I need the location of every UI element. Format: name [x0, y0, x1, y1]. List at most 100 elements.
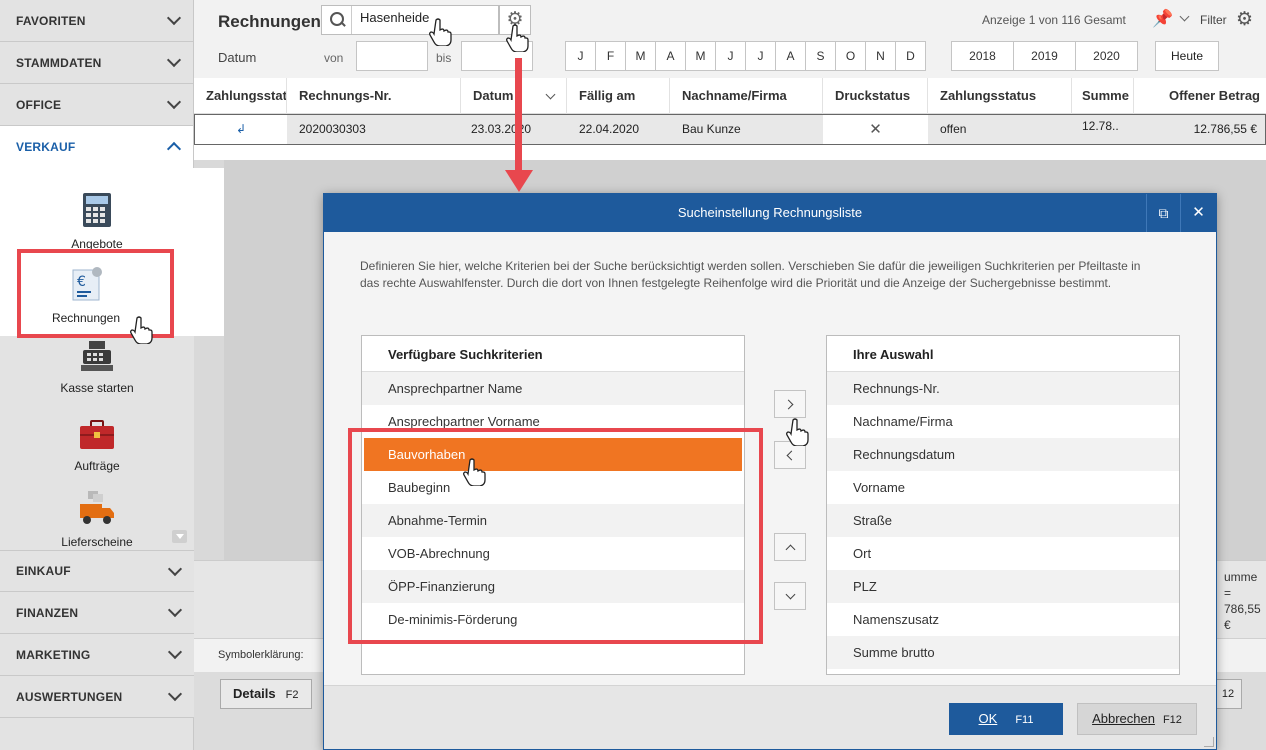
filter-label[interactable]: Filter	[1200, 13, 1227, 27]
close-icon[interactable]: ✕	[1180, 194, 1216, 232]
tile-angebote[interactable]: Angebote	[0, 192, 194, 251]
nav-bottom-sections: EINKAUF FINANZEN MARKETING AUSWERTUNGEN	[0, 550, 194, 718]
list-item[interactable]: VOB-Abrechnung	[362, 537, 744, 570]
table-spacer	[194, 145, 1266, 160]
tile-label: Lieferscheine	[61, 535, 133, 549]
list-item[interactable]: Nachname/Firma	[827, 405, 1179, 438]
move-down-button[interactable]	[774, 582, 806, 610]
nav-section-auswertungen[interactable]: AUSWERTUNGEN	[0, 676, 194, 718]
search-settings-button[interactable]: ⚙	[499, 5, 531, 35]
move-right-button[interactable]	[774, 390, 806, 418]
summary-text: umme = 786,55 €	[1224, 569, 1266, 633]
list-item[interactable]: Vorname	[827, 471, 1179, 504]
column-header-datum[interactable]: Datum	[461, 78, 567, 114]
chevron-down-icon	[167, 561, 183, 576]
column-header[interactable]: Zahlungsstatus	[928, 78, 1072, 114]
nav-section-verkauf[interactable]: VERKAUF	[0, 126, 193, 168]
month-button[interactable]: F	[595, 41, 626, 71]
nav-section-einkauf[interactable]: EINKAUF	[0, 550, 194, 592]
month-button[interactable]: D	[895, 41, 926, 71]
briefcase-icon	[80, 420, 114, 449]
month-button[interactable]: O	[835, 41, 866, 71]
column-header[interactable]: Druckstatus	[823, 78, 928, 114]
search-icon[interactable]	[322, 6, 352, 34]
today-button[interactable]: Heute	[1155, 41, 1219, 71]
sidebar-scroll-down-button[interactable]	[172, 530, 187, 543]
nav-section-stammdaten[interactable]: STAMMDATEN	[0, 42, 193, 84]
tile-auftraege[interactable]: Aufträge	[0, 420, 194, 473]
list-item[interactable]: Ansprechpartner Name	[362, 372, 744, 405]
red-arrow-shaft	[515, 58, 522, 174]
cash-register-icon	[81, 341, 113, 371]
nav-section-finanzen[interactable]: FINANZEN	[0, 592, 194, 634]
nav-section-label: STAMMDATEN	[16, 55, 102, 70]
list-item[interactable]: ÖPP-Finanzierung	[362, 570, 744, 603]
cancel-button[interactable]: Abbrechen F12	[1077, 703, 1197, 735]
list-item[interactable]: Ort	[827, 537, 1179, 570]
list-item-selected[interactable]: Bauvorhaben	[364, 438, 742, 471]
resize-grip-icon[interactable]	[1204, 737, 1214, 747]
list-item[interactable]: Rechnungs-Nr.	[827, 372, 1179, 405]
table-header: Zahlungsstatus Rechnungs-Nr. Datum Fälli…	[194, 78, 1266, 114]
page-title: Rechnungen	[218, 12, 321, 31]
month-button[interactable]: S	[805, 41, 836, 71]
column-header[interactable]: Nachname/Firma	[670, 78, 823, 114]
list-item[interactable]: Summe brutto	[827, 636, 1179, 669]
month-button[interactable]: M	[685, 41, 716, 71]
month-button[interactable]: J	[715, 41, 746, 71]
list-item[interactable]: Namenszusatz	[827, 603, 1179, 636]
tile-lieferscheine[interactable]: Lieferscheine	[0, 490, 194, 549]
external-window-icon[interactable]: ⧉	[1146, 194, 1180, 232]
column-header[interactable]: Rechnungs-Nr.	[287, 78, 461, 114]
move-left-button[interactable]	[774, 441, 806, 469]
year-button[interactable]: 2018	[951, 41, 1014, 71]
list-item[interactable]: De-minimis-Förderung	[362, 603, 744, 636]
search-box[interactable]	[321, 5, 499, 35]
tile-label: Angebote	[71, 237, 123, 251]
move-up-button[interactable]	[774, 533, 806, 561]
year-button[interactable]: 2020	[1075, 41, 1138, 71]
details-button[interactable]: Details F2	[220, 679, 312, 709]
nav-section-label: FINANZEN	[16, 605, 79, 620]
tile-label: Kasse starten	[60, 381, 134, 395]
list-item[interactable]: PLZ	[827, 570, 1179, 603]
tile-rechnungen[interactable]: € Rechnungen	[0, 266, 172, 325]
shortcut-key: F2	[285, 689, 299, 701]
tile-kasse-starten[interactable]: Kasse starten	[0, 340, 194, 395]
month-button[interactable]: M	[625, 41, 656, 71]
nav-section-label: VERKAUF	[16, 140, 76, 154]
list-item[interactable]: Abnahme-Termin	[362, 504, 744, 537]
date-from-input[interactable]	[356, 41, 428, 71]
month-button[interactable]: J	[745, 41, 776, 71]
table-row[interactable]: ↲ 2020030303 23.03.2020 22.04.2020 Bau K…	[194, 114, 1266, 145]
summary-line: umme =	[1224, 570, 1258, 600]
month-button[interactable]: A	[775, 41, 806, 71]
column-header[interactable]: Zahlungsstatus	[194, 78, 287, 114]
list-item[interactable]: Ansprechpartner Vorname	[362, 405, 744, 438]
date-to-input[interactable]	[461, 41, 533, 71]
hidden-f12-button[interactable]: 12	[1214, 679, 1242, 709]
column-header[interactable]: Offener Betrag	[1134, 78, 1266, 114]
dialog-title: Sucheinstellung Rechnungsliste	[324, 194, 1216, 232]
month-button[interactable]: N	[865, 41, 896, 71]
nav-section-favoriten[interactable]: FAVORITEN	[0, 0, 193, 42]
search-input[interactable]	[360, 10, 490, 25]
nav-section-office[interactable]: OFFICE	[0, 84, 193, 126]
chevron-down-icon[interactable]	[1179, 11, 1190, 22]
settings-gear-icon[interactable]: ⚙	[1236, 8, 1253, 31]
year-button[interactable]: 2019	[1013, 41, 1076, 71]
list-item[interactable]: Rechnungsdatum	[827, 438, 1179, 471]
list-item[interactable]: Straße	[827, 504, 1179, 537]
payment-icon-cell: ↲	[195, 115, 287, 144]
list-item[interactable]: Baubeginn	[362, 471, 744, 504]
column-header[interactable]: Fällig am	[567, 78, 670, 114]
month-button[interactable]: J	[565, 41, 596, 71]
month-button[interactable]: A	[655, 41, 686, 71]
column-header[interactable]: Summe	[1072, 78, 1134, 114]
cell-name: Bau Kunze	[682, 122, 741, 136]
chevron-down-icon	[166, 52, 182, 68]
nav-section-marketing[interactable]: MARKETING	[0, 634, 194, 676]
list-header: Ihre Auswahl	[827, 336, 1179, 372]
ok-button[interactable]: OK F11	[949, 703, 1063, 735]
pin-icon[interactable]: 📌	[1152, 9, 1173, 29]
